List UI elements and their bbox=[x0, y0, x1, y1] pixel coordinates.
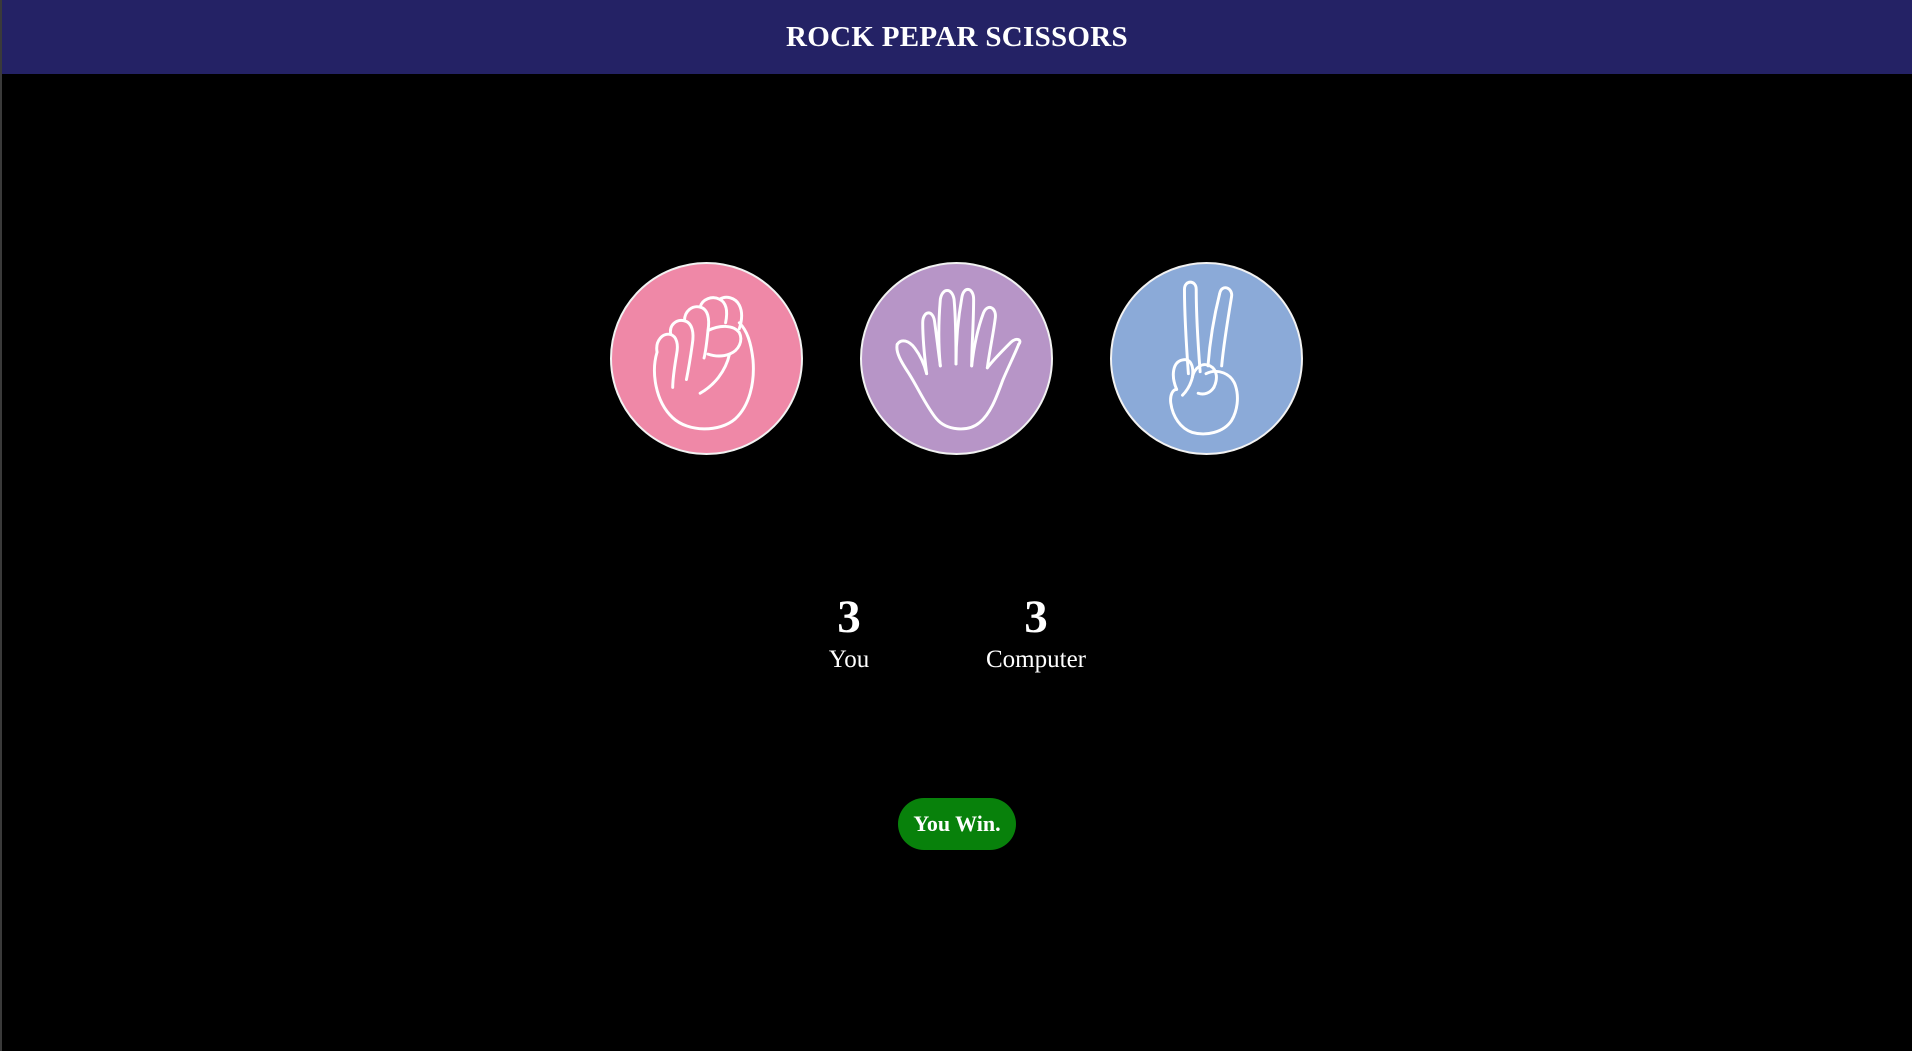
window-edge bbox=[0, 0, 2, 1051]
rock-button[interactable] bbox=[610, 262, 803, 455]
result-message: You Win. bbox=[898, 798, 1016, 850]
peace-sign-icon bbox=[1169, 280, 1239, 436]
scissors-button[interactable] bbox=[1110, 262, 1303, 455]
user-score: 3 bbox=[837, 591, 861, 643]
user-score-label: You bbox=[828, 646, 870, 673]
page-title: ROCK PEPAR SCISSORS bbox=[786, 20, 1128, 53]
computer-score: 3 bbox=[1024, 591, 1048, 643]
computer-score-label: Computer bbox=[986, 646, 1086, 673]
score-computer: 3 Computer bbox=[986, 588, 1086, 674]
app-header: ROCK PEPAR SCISSORS bbox=[2, 0, 1912, 74]
fist-icon bbox=[653, 295, 755, 431]
paper-button[interactable] bbox=[860, 262, 1053, 455]
score-you: 3 You bbox=[829, 588, 870, 674]
open-hand-icon bbox=[895, 287, 1022, 431]
